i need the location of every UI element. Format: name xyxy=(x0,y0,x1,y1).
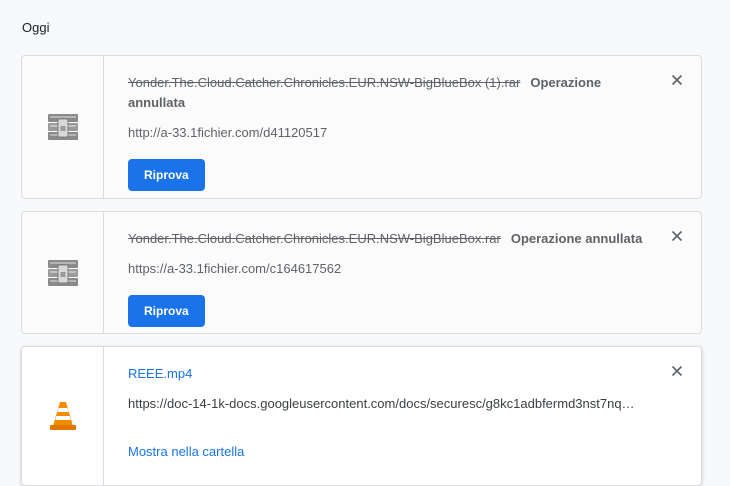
file-icon-column xyxy=(22,347,104,485)
download-item: Yonder.The.Cloud.Catcher.Chronicles.EUR.… xyxy=(21,211,702,334)
download-details: REEE.mp4 https://doc-14-1k-docs.googleus… xyxy=(104,347,701,485)
download-details: Yonder.The.Cloud.Catcher.Chronicles.EUR.… xyxy=(104,212,701,333)
show-in-folder-link[interactable]: Mostra nella cartella xyxy=(128,444,244,459)
download-status: Operazione annullata xyxy=(510,231,643,246)
download-item: REEE.mp4 https://doc-14-1k-docs.googleus… xyxy=(21,346,702,486)
retry-button[interactable]: Riprova xyxy=(128,295,205,327)
close-icon[interactable] xyxy=(669,228,685,244)
file-icon-column xyxy=(22,56,104,198)
download-url: https://doc-14-1k-docs.googleusercontent… xyxy=(128,396,635,411)
download-title-line: Yonder.The.Cloud.Catcher.Chronicles.EUR.… xyxy=(128,229,648,249)
close-icon[interactable] xyxy=(669,363,685,379)
date-group-header: Oggi xyxy=(22,20,50,35)
retry-button[interactable]: Riprova xyxy=(128,159,205,191)
download-item: Yonder.The.Cloud.Catcher.Chronicles.EUR.… xyxy=(21,55,702,199)
download-details: Yonder.The.Cloud.Catcher.Chronicles.EUR.… xyxy=(104,56,701,198)
download-title-line: Yonder.The.Cloud.Catcher.Chronicles.EUR.… xyxy=(128,73,628,113)
winrar-archive-icon xyxy=(47,114,78,140)
download-url: http://a-33.1fichier.com/d41120517 xyxy=(128,125,328,140)
file-name: Yonder.The.Cloud.Catcher.Chronicles.EUR.… xyxy=(128,75,521,90)
download-title-line: REEE.mp4 xyxy=(128,364,628,384)
file-name: Yonder.The.Cloud.Catcher.Chronicles.EUR.… xyxy=(128,231,501,246)
file-name-link[interactable]: REEE.mp4 xyxy=(128,366,192,381)
close-icon[interactable] xyxy=(669,72,685,88)
download-url: https://a-33.1fichier.com/c164617562 xyxy=(128,261,342,276)
vlc-cone-icon xyxy=(49,402,76,430)
winrar-archive-icon xyxy=(47,259,78,286)
file-icon-column xyxy=(22,212,104,333)
